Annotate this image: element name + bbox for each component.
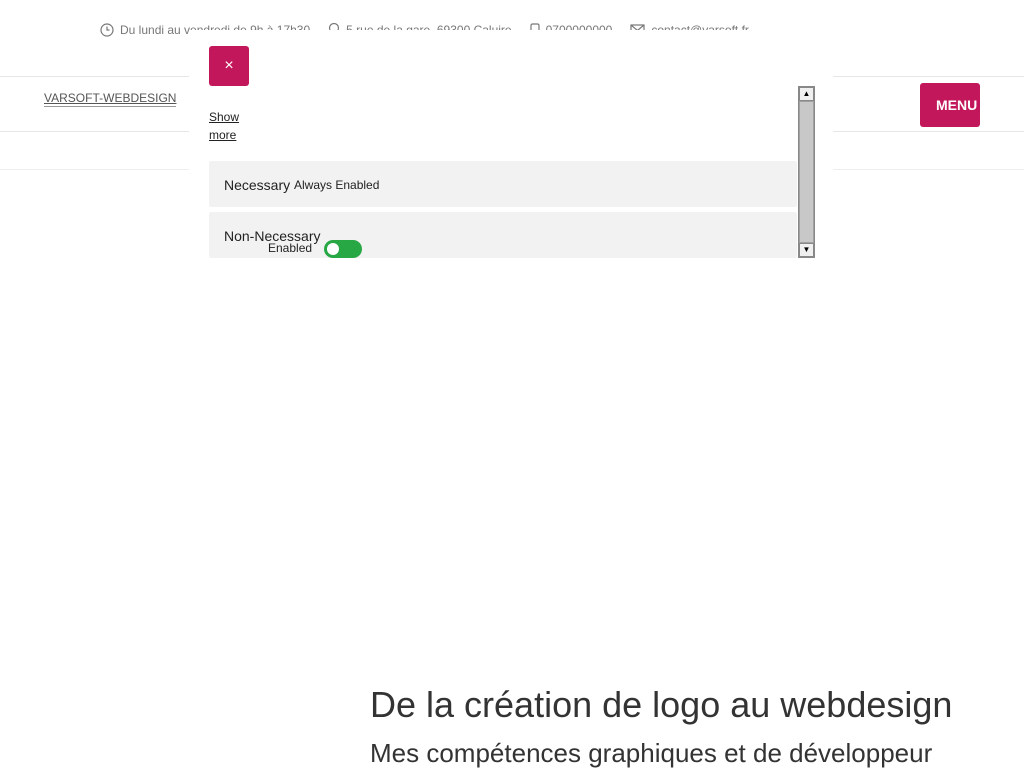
menu-button[interactable]: MENU [920,83,980,127]
scroll-up-arrow-icon[interactable]: ▲ [799,87,814,101]
scroll-down-arrow-icon[interactable]: ▼ [799,243,814,257]
page: Du lundi au vendredi de 9h à 17h30 5 rue… [0,0,1024,768]
site-name-link[interactable]: VARSOFT-WEBDESIGN [44,91,177,107]
preference-status: Enabled [268,241,313,255]
toggle-knob [327,243,339,255]
show-more-link[interactable]: Show more [209,108,249,144]
preference-row-necessary[interactable]: Necessary Always Enabled [209,161,797,207]
close-button[interactable]: × [209,46,249,86]
cookie-preferences-modal: × Show more Necessary Always Enabled Non… [189,30,833,262]
scroll-thumb[interactable] [799,101,814,243]
preference-row-non-necessary[interactable]: Non-Necessary Enabled [209,212,797,258]
non-necessary-toggle[interactable] [324,240,362,258]
preference-status: Always Enabled [294,178,380,192]
preference-name: Necessary [224,177,291,193]
hero-subtitle: Mes compétences graphiques et de dévelop… [370,738,933,768]
modal-scrollbar[interactable]: ▲ ▼ [798,86,815,258]
hero-title: De la création de logo au webdesign [370,684,953,725]
clock-icon [100,23,114,37]
